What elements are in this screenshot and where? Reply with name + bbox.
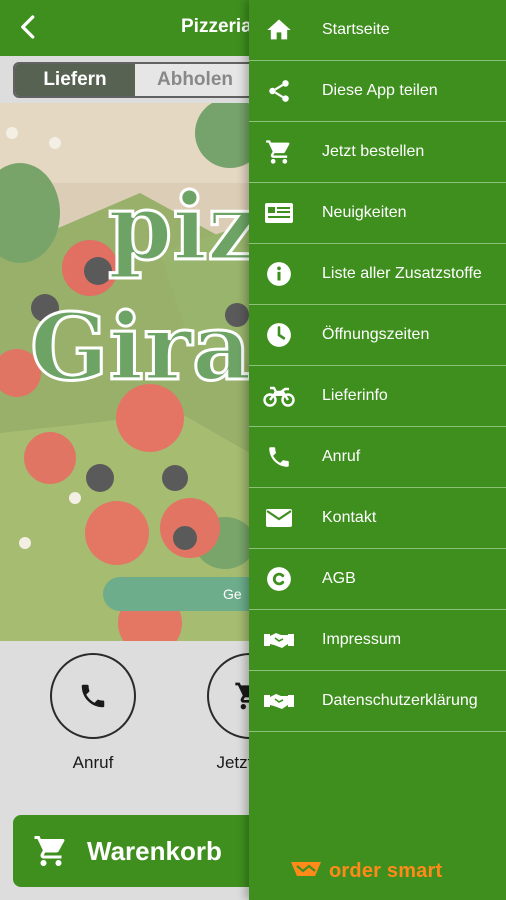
share-icon	[249, 61, 309, 122]
menu-item-privacy[interactable]: Datenschutzerklärung	[249, 671, 506, 732]
news-icon	[249, 183, 309, 244]
menu-item-label: Lieferinfo	[322, 387, 388, 404]
menu-item-label: Neuigkeiten	[322, 204, 407, 221]
back-button[interactable]	[14, 12, 44, 42]
handshake-icon	[249, 671, 309, 732]
call-label: Anruf	[72, 753, 114, 772]
menu-item-label: Impressum	[322, 631, 402, 648]
menu-item-order-now[interactable]: Jetzt bestellen	[249, 122, 506, 183]
menu-item-call[interactable]: Anruf	[249, 427, 506, 488]
mail-icon	[249, 488, 309, 549]
menu-item-news[interactable]: Neuigkeiten	[249, 183, 506, 244]
phone-icon	[249, 427, 309, 488]
restaurant-logo-line2: Gira	[29, 293, 254, 401]
menu-item-contact[interactable]: Kontakt	[249, 488, 506, 549]
menu-item-delivery-info[interactable]: Lieferinfo	[249, 366, 506, 427]
handshake-icon	[249, 610, 309, 671]
phone-icon	[81, 684, 105, 708]
restaurant-logo-line1: piz	[107, 173, 262, 281]
copyright-icon	[249, 549, 309, 610]
menu-item-label: Diese App teilen	[322, 82, 438, 99]
info-icon	[249, 244, 309, 305]
tab-delivery[interactable]: Liefern	[15, 64, 135, 96]
menu-item-label: Startseite	[322, 21, 390, 38]
menu-item-label: AGB	[322, 570, 356, 587]
menu-item-label: Kontakt	[322, 509, 377, 526]
motorcycle-icon	[249, 366, 309, 427]
call-button[interactable]	[50, 653, 136, 739]
brand-name: order smart	[329, 860, 443, 882]
cart-label: Warenkorb	[87, 835, 222, 866]
menu-item-label: Datenschutzerklärung	[322, 692, 478, 709]
menu-item-imprint[interactable]: Impressum	[249, 610, 506, 671]
cart-icon	[249, 122, 309, 183]
clock-icon	[249, 305, 309, 366]
menu-item-label: Anruf	[322, 448, 361, 465]
navigation-drawer: Startseite Diese App teilen Jetzt bestel…	[249, 0, 506, 900]
arrow-left-icon	[21, 15, 35, 39]
menu-item-label: Öffnungszeiten	[322, 326, 430, 343]
order-smart-logo-icon	[289, 858, 323, 885]
menu-item-opening-hours[interactable]: Öffnungszeiten	[249, 305, 506, 366]
home-icon	[249, 0, 309, 61]
menu-item-additives[interactable]: Liste aller Zusatzstoffe	[249, 244, 506, 305]
tab-pickup[interactable]: Abholen	[135, 64, 255, 96]
menu-item-share[interactable]: Diese App teilen	[249, 61, 506, 122]
cart-icon	[34, 836, 65, 866]
menu-item-label: Liste aller Zusatzstoffe	[322, 265, 482, 282]
brand-logo: order smart	[289, 858, 442, 885]
menu-item-label: Jetzt bestellen	[322, 143, 425, 160]
app-title: Pizzeria	[181, 16, 252, 37]
call-action[interactable]: Anruf	[50, 653, 136, 773]
menu-item-terms[interactable]: AGB	[249, 549, 506, 610]
menu-item-startseite[interactable]: Startseite	[249, 0, 506, 61]
